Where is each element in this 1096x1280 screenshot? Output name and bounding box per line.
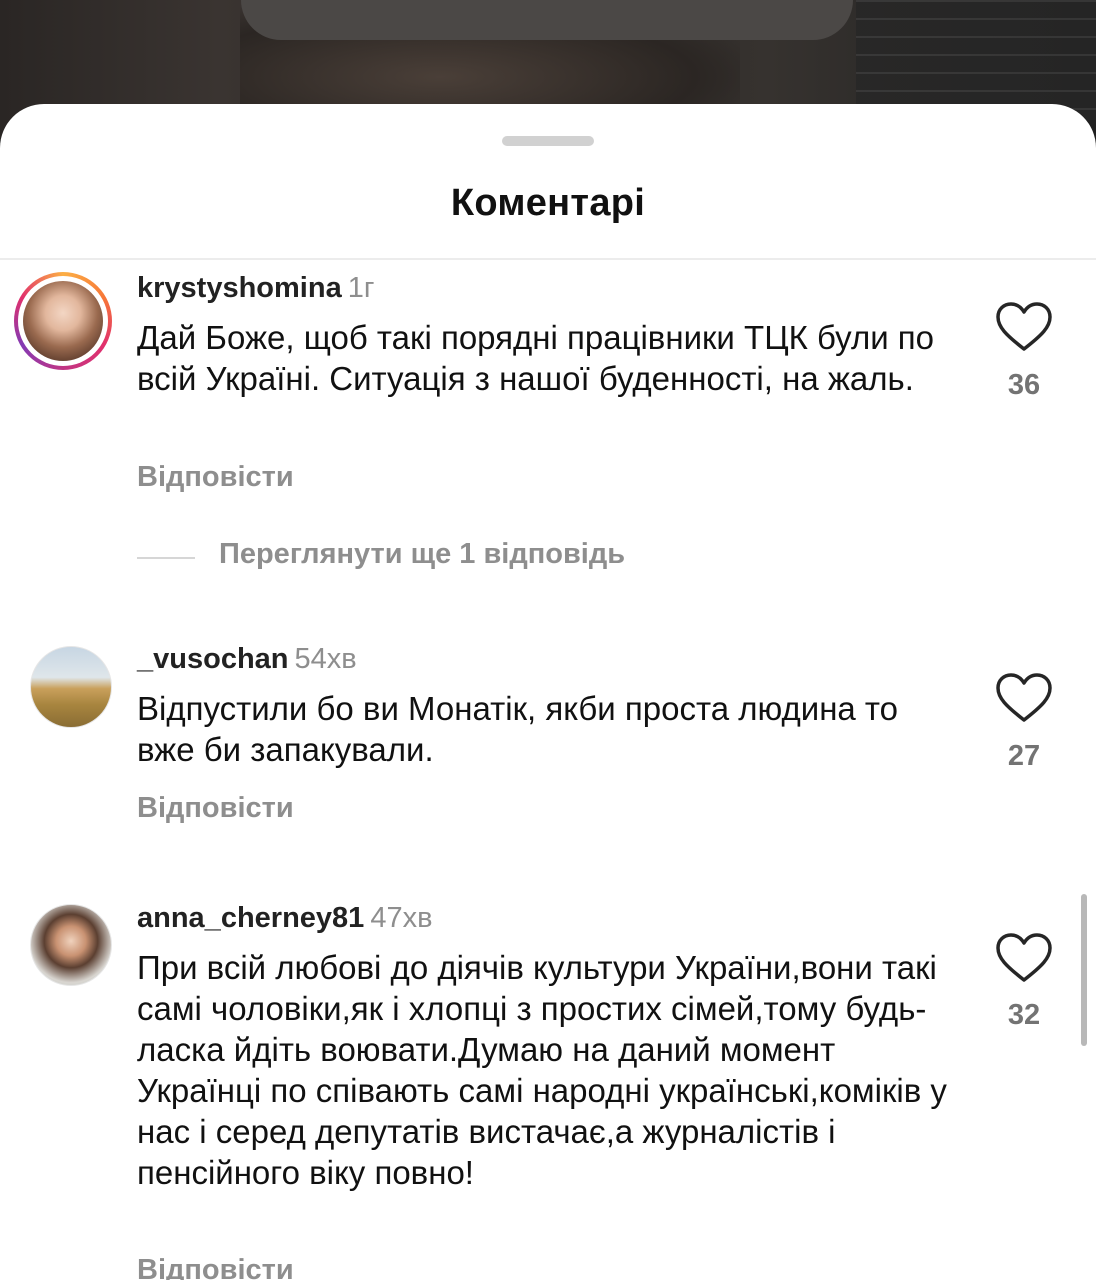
like-button[interactable] [994, 672, 1054, 724]
avatar[interactable] [30, 904, 112, 986]
like-button[interactable] [994, 301, 1054, 353]
reply-button[interactable]: Відповісти [137, 461, 294, 494]
comment-time: 47хв [370, 902, 433, 934]
comment-time: 1г [347, 272, 375, 304]
heart-outline-icon [996, 933, 1052, 982]
view-more-replies[interactable]: Переглянути ще 1 відповідь [137, 538, 837, 578]
avatar[interactable] [14, 272, 112, 370]
replies-line [137, 557, 195, 559]
username[interactable]: anna_cherney81 [137, 902, 364, 934]
header-divider [0, 258, 1096, 260]
username[interactable]: krystyshomina [137, 272, 342, 304]
heart-outline-icon [996, 302, 1052, 351]
drag-handle[interactable] [502, 136, 594, 146]
heart-outline-icon [996, 673, 1052, 722]
comment-text: Дай Боже, щоб такі порядні працівники ТЦ… [137, 319, 935, 397]
comments-sheet: Коментарі krystyshomina 1г Дай Боже, щоб … [0, 104, 1096, 1280]
comment-text: Відпустили бо ви Монатік, якби проста лю… [137, 690, 899, 768]
view-more-replies-label: Переглянути ще 1 відповідь [219, 538, 626, 570]
username[interactable]: _vusochan [137, 643, 289, 675]
sheet-title: Коментарі [450, 182, 646, 224]
comment-meta: krystyshomina 1г [137, 271, 374, 305]
comment-meta: anna_cherney81 47хв [137, 901, 432, 935]
comment-time: 54хв [294, 643, 357, 675]
avatar[interactable] [30, 646, 112, 728]
like-count: 36 [1007, 369, 1041, 401]
reply-button[interactable]: Відповісти [137, 792, 294, 825]
like-count: 32 [1007, 999, 1041, 1031]
comment-meta: _vusochan 54хв [137, 642, 357, 676]
like-button[interactable] [994, 932, 1054, 984]
like-count: 27 [1007, 740, 1041, 772]
video-caption-pill[interactable] [241, 0, 853, 40]
reply-button[interactable]: Відповісти [137, 1254, 294, 1280]
scrollbar[interactable] [1081, 894, 1087, 1046]
video-railing [856, 0, 1096, 120]
comment-text: При всій любові до діячів культури Украї… [137, 949, 947, 1191]
